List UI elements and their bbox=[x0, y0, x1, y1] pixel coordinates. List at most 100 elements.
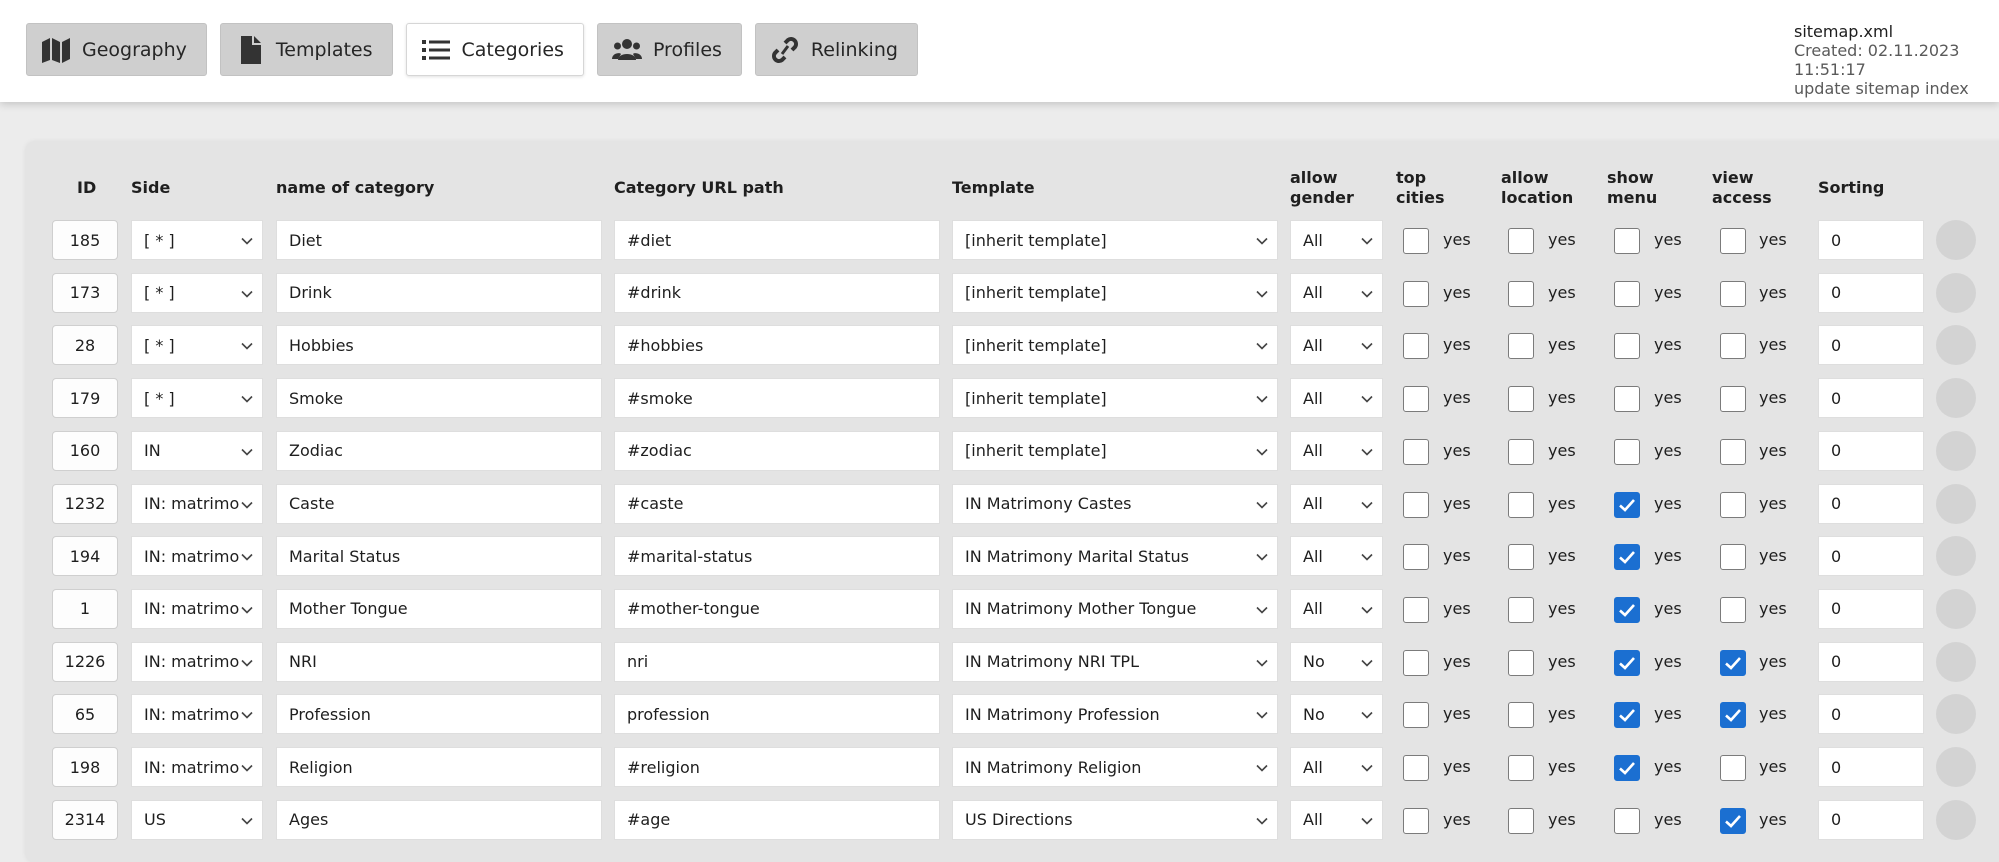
category-url-input[interactable]: #marital-status bbox=[614, 536, 940, 577]
allow-gender-select[interactable]: All bbox=[1290, 272, 1383, 313]
side-select[interactable]: [ * ] bbox=[131, 325, 263, 366]
allow-gender-select[interactable]: All bbox=[1290, 430, 1383, 471]
top-cities-checkbox[interactable] bbox=[1403, 438, 1429, 465]
template-select[interactable]: [inherit template] bbox=[952, 272, 1278, 313]
template-select[interactable]: US Directions bbox=[952, 799, 1278, 840]
show-menu-checkbox[interactable] bbox=[1614, 544, 1640, 571]
sorting-input[interactable]: 0 bbox=[1818, 430, 1924, 471]
view-access-checkbox[interactable] bbox=[1720, 491, 1746, 518]
nav-templates-button[interactable]: Templates bbox=[219, 23, 393, 76]
sorting-input[interactable]: 0 bbox=[1818, 220, 1924, 260]
category-url-input[interactable]: #mother-tongue bbox=[614, 588, 940, 629]
side-select[interactable]: IN: matrimo bbox=[131, 694, 263, 735]
allow-location-checkbox[interactable] bbox=[1508, 228, 1534, 254]
side-select[interactable]: IN: matrimo bbox=[131, 536, 263, 577]
show-menu-checkbox[interactable] bbox=[1614, 702, 1640, 729]
template-select[interactable]: IN Matrimony Castes bbox=[952, 483, 1278, 524]
allow-location-checkbox[interactable] bbox=[1508, 333, 1534, 360]
side-select[interactable]: US bbox=[131, 799, 263, 840]
view-access-checkbox[interactable] bbox=[1720, 228, 1746, 254]
category-name-input[interactable]: Hobbies bbox=[276, 325, 602, 366]
side-select[interactable]: IN: matrimo bbox=[131, 641, 263, 682]
top-cities-checkbox[interactable] bbox=[1403, 544, 1429, 571]
side-select[interactable]: IN bbox=[131, 430, 263, 471]
template-select[interactable]: IN Matrimony Marital Status bbox=[952, 536, 1278, 577]
row-action-button[interactable] bbox=[1936, 694, 1976, 735]
template-select[interactable]: IN Matrimony NRI TPL bbox=[952, 641, 1278, 682]
category-name-input[interactable]: Drink bbox=[276, 272, 602, 313]
top-cities-checkbox[interactable] bbox=[1403, 702, 1429, 729]
sorting-input[interactable]: 0 bbox=[1818, 378, 1924, 419]
top-cities-checkbox[interactable] bbox=[1403, 333, 1429, 360]
allow-gender-select[interactable]: All bbox=[1290, 588, 1383, 629]
view-access-checkbox[interactable] bbox=[1720, 386, 1746, 413]
view-access-checkbox[interactable] bbox=[1720, 438, 1746, 465]
row-action-button[interactable] bbox=[1936, 483, 1976, 524]
allow-gender-select[interactable]: All bbox=[1290, 747, 1383, 787]
allow-location-checkbox[interactable] bbox=[1508, 702, 1534, 729]
side-select[interactable]: IN: matrimo bbox=[131, 483, 263, 524]
row-action-button[interactable] bbox=[1936, 430, 1976, 471]
update-sitemap-link[interactable]: update sitemap index bbox=[1794, 79, 1999, 98]
category-name-input[interactable]: Ages bbox=[276, 799, 602, 840]
row-action-button[interactable] bbox=[1936, 588, 1976, 629]
allow-location-checkbox[interactable] bbox=[1508, 807, 1534, 834]
top-cities-checkbox[interactable] bbox=[1403, 596, 1429, 623]
sorting-input[interactable]: 0 bbox=[1818, 483, 1924, 524]
category-name-input[interactable]: Smoke bbox=[276, 378, 602, 419]
allow-gender-select[interactable]: All bbox=[1290, 220, 1383, 260]
allow-location-checkbox[interactable] bbox=[1508, 596, 1534, 623]
view-access-checkbox[interactable] bbox=[1720, 755, 1746, 781]
category-name-input[interactable]: Religion bbox=[276, 747, 602, 787]
row-action-button[interactable] bbox=[1936, 325, 1976, 366]
category-url-input[interactable]: #diet bbox=[614, 220, 940, 260]
show-menu-checkbox[interactable] bbox=[1614, 333, 1640, 360]
top-cities-checkbox[interactable] bbox=[1403, 491, 1429, 518]
nav-relinking-button[interactable]: Relinking bbox=[754, 23, 918, 76]
view-access-checkbox[interactable] bbox=[1720, 807, 1746, 834]
top-cities-checkbox[interactable] bbox=[1403, 649, 1429, 676]
category-name-input[interactable]: Caste bbox=[276, 483, 602, 524]
top-cities-checkbox[interactable] bbox=[1403, 280, 1429, 307]
category-url-input[interactable]: #zodiac bbox=[614, 430, 940, 471]
show-menu-checkbox[interactable] bbox=[1614, 755, 1640, 781]
show-menu-checkbox[interactable] bbox=[1614, 807, 1640, 834]
row-action-button[interactable] bbox=[1936, 641, 1976, 682]
category-url-input[interactable]: #smoke bbox=[614, 378, 940, 419]
category-url-input[interactable]: #caste bbox=[614, 483, 940, 524]
template-select[interactable]: IN Matrimony Mother Tongue bbox=[952, 588, 1278, 629]
side-select[interactable]: IN: matrimo bbox=[131, 588, 263, 629]
allow-location-checkbox[interactable] bbox=[1508, 491, 1534, 518]
top-cities-checkbox[interactable] bbox=[1403, 755, 1429, 781]
show-menu-checkbox[interactable] bbox=[1614, 491, 1640, 518]
view-access-checkbox[interactable] bbox=[1720, 544, 1746, 571]
side-select[interactable]: [ * ] bbox=[131, 378, 263, 419]
sitemap-file-link[interactable]: sitemap.xml bbox=[1794, 22, 1999, 41]
show-menu-checkbox[interactable] bbox=[1614, 228, 1640, 254]
category-name-input[interactable]: Profession bbox=[276, 694, 602, 735]
sorting-input[interactable]: 0 bbox=[1818, 272, 1924, 313]
template-select[interactable]: [inherit template] bbox=[952, 325, 1278, 366]
allow-gender-select[interactable]: All bbox=[1290, 378, 1383, 419]
category-name-input[interactable]: Marital Status bbox=[276, 536, 602, 577]
category-name-input[interactable]: NRI bbox=[276, 641, 602, 682]
view-access-checkbox[interactable] bbox=[1720, 280, 1746, 307]
top-cities-checkbox[interactable] bbox=[1403, 386, 1429, 413]
template-select[interactable]: IN Matrimony Profession bbox=[952, 694, 1278, 735]
allow-location-checkbox[interactable] bbox=[1508, 544, 1534, 571]
allow-location-checkbox[interactable] bbox=[1508, 386, 1534, 413]
view-access-checkbox[interactable] bbox=[1720, 333, 1746, 360]
show-menu-checkbox[interactable] bbox=[1614, 649, 1640, 676]
view-access-checkbox[interactable] bbox=[1720, 649, 1746, 676]
allow-location-checkbox[interactable] bbox=[1508, 280, 1534, 307]
show-menu-checkbox[interactable] bbox=[1614, 386, 1640, 413]
side-select[interactable]: [ * ] bbox=[131, 272, 263, 313]
view-access-checkbox[interactable] bbox=[1720, 702, 1746, 729]
row-action-button[interactable] bbox=[1936, 536, 1976, 577]
row-action-button[interactable] bbox=[1936, 799, 1976, 840]
allow-location-checkbox[interactable] bbox=[1508, 649, 1534, 676]
sorting-input[interactable]: 0 bbox=[1818, 536, 1924, 577]
show-menu-checkbox[interactable] bbox=[1614, 280, 1640, 307]
sorting-input[interactable]: 0 bbox=[1818, 588, 1924, 629]
nav-profiles-button[interactable]: Profiles bbox=[596, 23, 742, 76]
